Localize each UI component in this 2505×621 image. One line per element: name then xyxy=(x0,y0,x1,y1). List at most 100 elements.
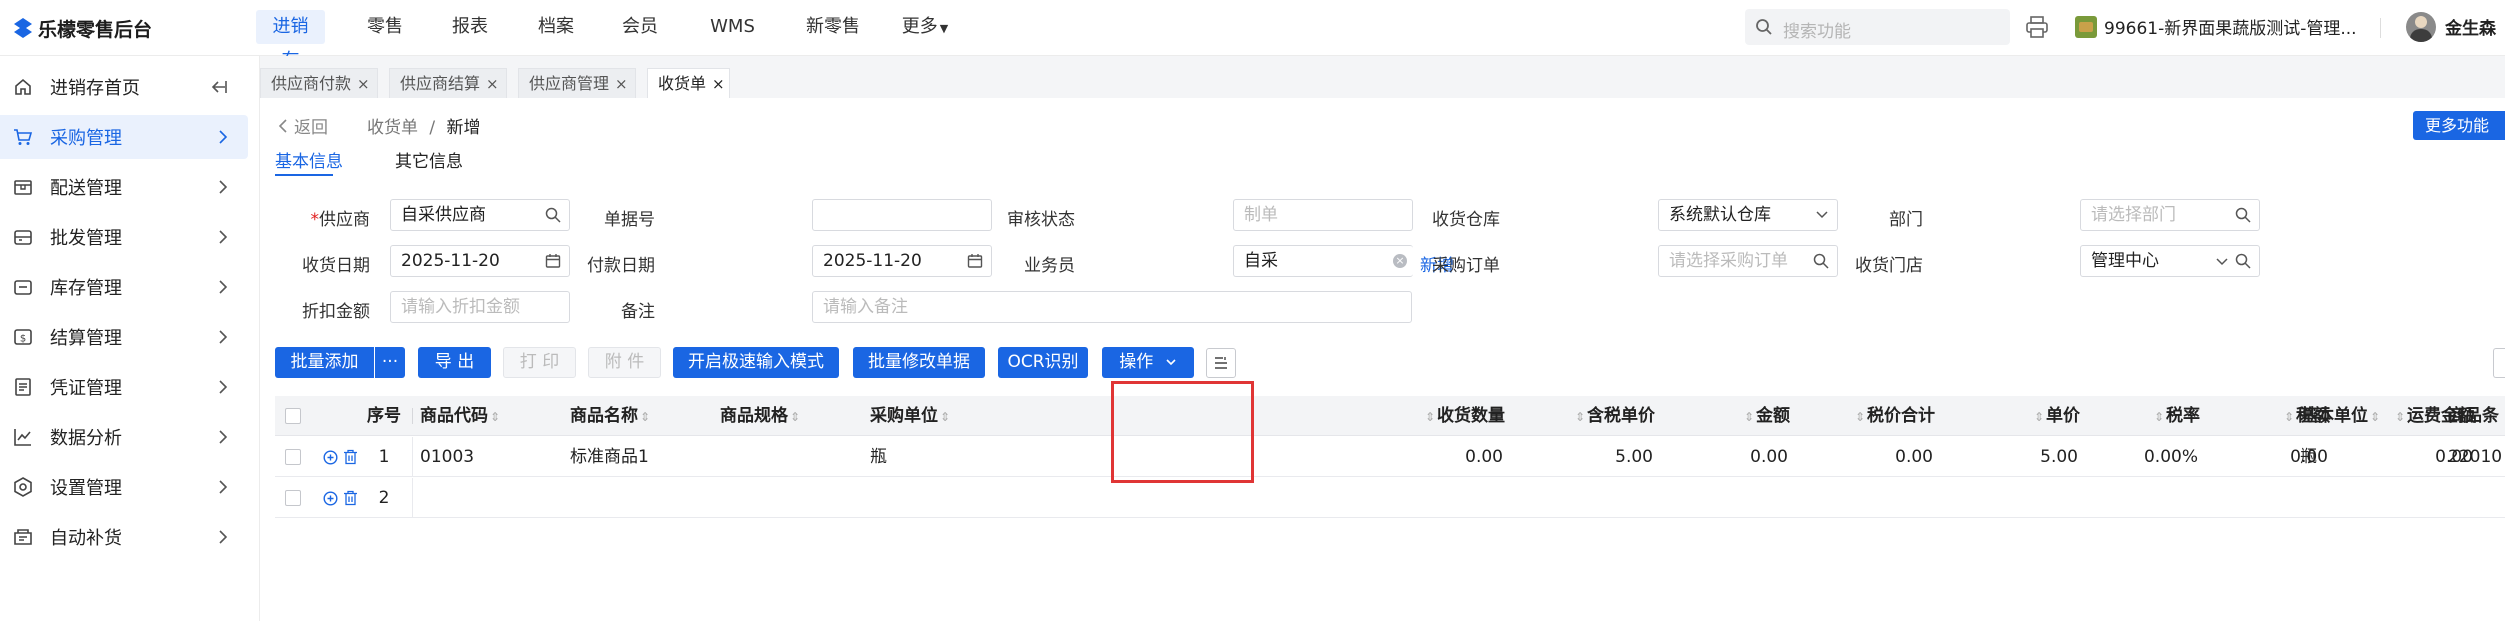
purchase-order-field[interactable]: 请选择采购订单 xyxy=(1658,245,1838,277)
cell-name[interactable]: 标准商品1 xyxy=(570,437,710,477)
chevron-right-icon xyxy=(219,230,228,244)
batch-add-more-button[interactable]: ··· xyxy=(375,347,405,378)
tab-supplier-management[interactable]: 供应商管理 × xyxy=(518,68,636,99)
back-button[interactable]: 返回 xyxy=(278,113,328,138)
chevron-left-icon xyxy=(278,118,287,133)
topnav-report[interactable]: 报表 xyxy=(435,10,505,44)
add-row-icon[interactable] xyxy=(323,491,338,506)
voucher-icon xyxy=(15,378,31,396)
sidebar-item-delivery[interactable]: 配送管理 xyxy=(0,165,248,209)
settlement-icon: $ xyxy=(14,329,32,345)
more-functions-button[interactable]: 更多功能 xyxy=(2413,111,2505,140)
close-icon[interactable]: × xyxy=(486,75,499,93)
col-code[interactable]: 商品代码 ⇕ xyxy=(420,396,560,436)
sidebar-item-settlement[interactable]: $ 结算管理 xyxy=(0,315,248,359)
cell-price[interactable]: 5.00 xyxy=(1985,437,2078,477)
col-tax-price[interactable]: ⇕ 含税单价 xyxy=(1535,396,1655,436)
sidebar-item-analysis[interactable]: 数据分析 xyxy=(0,415,248,459)
right-edge-button[interactable] xyxy=(2493,348,2505,378)
close-icon[interactable]: × xyxy=(615,75,628,93)
cell-code[interactable]: 01003 xyxy=(420,437,560,477)
close-icon[interactable]: × xyxy=(357,75,370,93)
col-rate[interactable]: ⇕ 税率 xyxy=(2105,396,2200,436)
collapse-sidebar-icon[interactable] xyxy=(210,79,228,95)
warehouse-select[interactable]: 系统默认仓库 xyxy=(1658,199,1838,231)
col-amount[interactable]: ⇕ 金额 xyxy=(1685,396,1790,436)
column-settings-button[interactable] xyxy=(1206,348,1236,378)
delete-row-icon[interactable] xyxy=(343,490,358,506)
search-icon[interactable] xyxy=(2235,207,2251,223)
tab-supplier-payment[interactable]: 供应商付款 × xyxy=(260,68,378,99)
attach-button: 附 件 xyxy=(588,347,661,378)
cell-spec[interactable] xyxy=(720,437,860,477)
ocr-button[interactable]: OCR识别 xyxy=(998,347,1088,378)
col-qty[interactable]: ⇕ 收货数量 xyxy=(1365,396,1505,436)
sidebar-item-home[interactable]: 进销存首页 xyxy=(0,65,248,109)
search-placeholder: 搜索功能 xyxy=(1783,22,1851,42)
batch-add-button[interactable]: 批量添加 xyxy=(275,347,374,378)
cell-tax-price[interactable]: 5.00 xyxy=(1535,437,1653,477)
add-row-icon[interactable] xyxy=(323,450,338,465)
col-spec[interactable]: 商品规格 ⇕ xyxy=(720,396,860,436)
col-name[interactable]: 商品名称 ⇕ xyxy=(570,396,710,436)
tab-supplier-settlement[interactable]: 供应商结算 × xyxy=(389,68,507,99)
row-checkbox[interactable] xyxy=(285,449,301,465)
col-price[interactable]: ⇕ 单价 xyxy=(1985,396,2080,436)
breadcrumb-parent[interactable]: 收货单 xyxy=(367,118,418,138)
printer-icon[interactable] xyxy=(2025,16,2049,38)
delete-row-icon[interactable] xyxy=(343,449,358,465)
col-barcode[interactable]: 商品条 xyxy=(2448,396,2505,436)
sidebar-item-voucher[interactable]: 凭证管理 xyxy=(0,365,248,409)
cell-rate[interactable]: 0.00% xyxy=(2105,437,2198,477)
topnav-more[interactable]: 更多 ▼ xyxy=(890,10,960,44)
tab-basic-info[interactable]: 基本信息 xyxy=(275,147,343,172)
user-name[interactable]: 金生森 xyxy=(2445,14,2505,39)
sidebar-item-inventory[interactable]: 库存管理 xyxy=(0,265,248,309)
table-row[interactable]: 1 01003 标准商品1 瓶 0.00 5.00 0.00 0.00 5.00… xyxy=(275,437,2505,477)
chevron-right-icon xyxy=(219,430,228,444)
sidebar-item-purchase[interactable]: 采购管理 xyxy=(0,115,248,159)
store-selector[interactable]: 99661-新界面果蔬版测试-管理... xyxy=(2104,14,2364,39)
supplier-field[interactable]: 自采供应商 xyxy=(390,199,570,231)
topnav-archive[interactable]: 档案 xyxy=(521,10,591,44)
col-total[interactable]: ⇕ 税价合计 xyxy=(1810,396,1935,436)
cell-unit[interactable]: 瓶 xyxy=(870,437,1010,477)
doc-no-label: 单据号 xyxy=(604,210,655,230)
discount-field[interactable]: 请输入折扣金额 xyxy=(390,291,570,323)
cell-barcode[interactable]: 22010 xyxy=(2448,437,2505,477)
close-icon[interactable]: × xyxy=(712,75,725,93)
table-row[interactable]: 2 xyxy=(275,478,2505,518)
search-icon[interactable] xyxy=(2235,253,2251,269)
avatar[interactable] xyxy=(2406,12,2436,42)
cell-qty[interactable]: 0.00 xyxy=(1365,437,1503,477)
cell-base-unit[interactable]: 瓶 xyxy=(2300,437,2317,477)
batch-modify-button[interactable]: 批量修改单据 xyxy=(853,347,985,378)
topnav-wms[interactable]: WMS xyxy=(695,10,770,44)
department-field[interactable]: 请选择部门 xyxy=(2080,199,2260,231)
tab-receipt[interactable]: 收货单 × xyxy=(647,68,730,99)
operate-dropdown-button[interactable]: 操作 xyxy=(1102,347,1194,378)
export-button[interactable]: 导 出 xyxy=(418,347,491,378)
select-all-checkbox[interactable] xyxy=(285,408,301,424)
fast-input-mode-button[interactable]: 开启极速输入模式 xyxy=(673,347,839,378)
cell-total[interactable]: 0.00 xyxy=(1810,437,1933,477)
back-label: 返回 xyxy=(294,118,328,138)
tab-other-info[interactable]: 其它信息 xyxy=(395,147,463,172)
app-logo[interactable]: 乐檬零售后台 xyxy=(14,14,152,42)
topnav-new-retail[interactable]: 新零售 xyxy=(788,10,878,44)
receive-store-select[interactable]: 管理中心 xyxy=(2080,245,2260,277)
sidebar-item-settings[interactable]: 设置管理 xyxy=(0,465,248,509)
topnav-retail[interactable]: 零售 xyxy=(350,10,420,44)
sidebar-item-wholesale[interactable]: 批发管理 xyxy=(0,215,248,259)
global-search-input[interactable]: 搜索功能 xyxy=(1745,9,2010,45)
col-unit[interactable]: 采购单位 ⇕ xyxy=(870,396,1010,436)
topnav-jxc[interactable]: 进销存 xyxy=(256,10,325,71)
receive-date-field[interactable]: 2025-11-20 xyxy=(390,245,570,277)
sidebar-item-replenish[interactable]: 自动补货 xyxy=(0,515,248,559)
row-checkbox[interactable] xyxy=(285,490,301,506)
remark-field[interactable]: 请输入备注 xyxy=(812,291,1412,323)
cell-amount[interactable]: 0.00 xyxy=(1685,437,1788,477)
topnav-member[interactable]: 会员 xyxy=(605,10,675,44)
salesman-field[interactable]: 自采 × xyxy=(1233,245,1413,277)
col-base-unit[interactable]: 基本单位 ⇕ xyxy=(2300,396,2382,436)
